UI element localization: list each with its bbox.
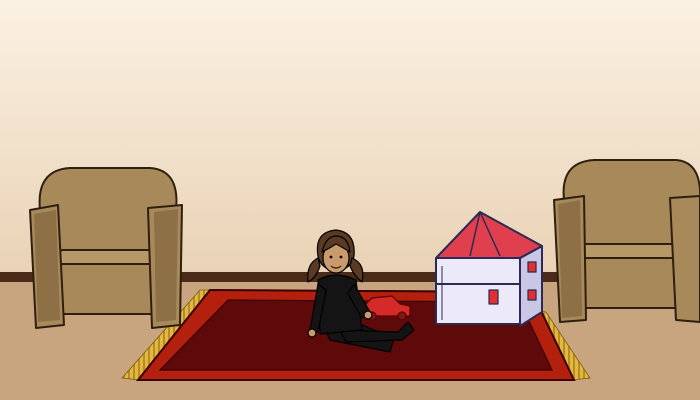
right-armchair: [553, 159, 700, 323]
living-room-scene: [0, 0, 700, 400]
left-armchair: [29, 167, 183, 329]
